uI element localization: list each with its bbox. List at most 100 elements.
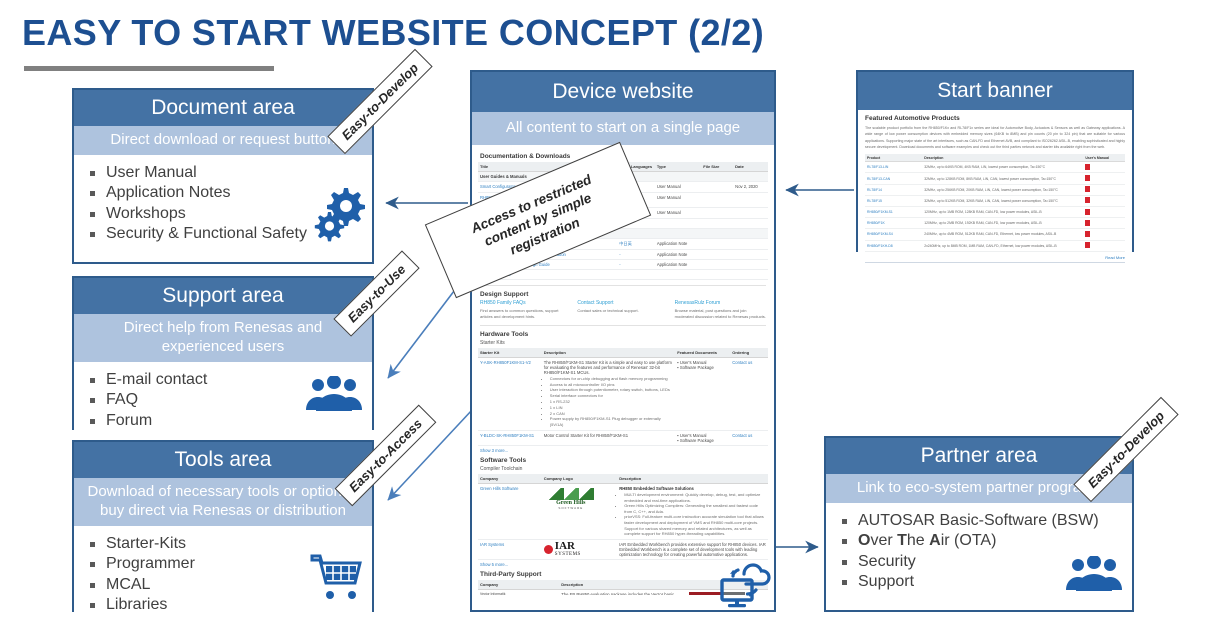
partner-area-card[interactable]: Partner area Link to eco-system partner … xyxy=(824,436,1134,612)
product-name[interactable]: RH850/F1KM-S4 xyxy=(865,228,923,241)
product-name[interactable]: RL78/F14 xyxy=(865,184,923,196)
starter-kit-description: The RH850/F1KM-S1 Starter Kit is a simpl… xyxy=(541,357,676,432)
starter-kit-name[interactable]: Y-BLDC-SK-RH850F1KM-S1 xyxy=(478,430,542,447)
doc-filesize xyxy=(701,192,734,208)
product-name[interactable]: RH850/F1KH-D8 xyxy=(865,240,923,252)
list-item: AUTOSAR Basic-Software (BSW) xyxy=(838,511,1122,531)
list-item: Over The Air (OTA) xyxy=(838,531,1122,551)
iar-systems-logo: IAR SYSTEMS xyxy=(543,540,615,557)
list-item: User Manual xyxy=(86,163,362,183)
iar-logo-cell: IAR SYSTEMS xyxy=(541,539,618,560)
table-row: RH850/F1K 120MHz, up to 2MB ROM, 192KB R… xyxy=(865,217,1125,230)
product-description: 32MHz, up to 128KB ROM, 8KB RAM, LIN, CA… xyxy=(922,172,1084,185)
partner-area-header: Partner area xyxy=(826,438,1132,475)
col-product: Product xyxy=(865,154,923,163)
gears-icon xyxy=(314,188,365,242)
divider xyxy=(480,284,766,286)
users-manual-cell[interactable] xyxy=(1083,240,1125,252)
users-manual-cell[interactable] xyxy=(1083,184,1125,196)
col-starter-kit: Starter Kit xyxy=(478,347,542,358)
product-description: 32MHz, up to 512KB ROM, 32KB RAM, LIN, C… xyxy=(922,195,1084,208)
cloud-monitor-sync-icon xyxy=(720,563,771,608)
table-more-row: ▸ Show 8 more... xyxy=(478,269,768,280)
col-description: Description xyxy=(617,474,768,485)
starter-kit-name[interactable]: Y-ASK-RH850F1KM-S1-V2 xyxy=(478,357,542,432)
hardware-tools-heading: Hardware Tools xyxy=(480,330,529,338)
product-name[interactable]: RL78/F15 xyxy=(865,195,923,208)
users-manual-cell[interactable] xyxy=(1083,195,1125,208)
table-row: Y-ASK-RH850F1KM-S1-V2 The RH850/F1KM-S1 … xyxy=(478,357,768,432)
list-item: Power supply by RH850/F1KM-S1 Plug debug… xyxy=(550,416,673,428)
pdf-icon[interactable] xyxy=(1085,219,1091,226)
hardware-tools-more-link[interactable]: Show 3 more... xyxy=(480,448,768,453)
ordering-link[interactable]: Contact us xyxy=(730,357,768,432)
divider xyxy=(480,324,766,326)
table-row: RH850/F1KH-D8 2x240MHz, up to 8MB ROM, 1… xyxy=(865,240,1125,252)
document-area-card[interactable]: Document area Direct download or request… xyxy=(72,88,374,264)
doc-filesize xyxy=(701,249,734,260)
tools-area-card[interactable]: Tools area Download of necessary tools o… xyxy=(72,440,374,622)
pdf-icon[interactable] xyxy=(1085,230,1091,237)
pdf-icon[interactable] xyxy=(1085,242,1091,249)
support-area-header: Support area xyxy=(74,278,372,315)
support-area-card[interactable]: Support area Direct help from Renesas an… xyxy=(72,276,374,438)
software-tools-table: Company Company Logo Description Green H… xyxy=(478,474,768,560)
design-support-link[interactable]: RH850 Family FAQs xyxy=(480,300,571,306)
featured-products-body: RL78/F13-LIN 32MHz, up to 64KB ROM, 4KB … xyxy=(865,161,1125,252)
design-support-link[interactable]: Contact Support xyxy=(577,300,668,306)
product-name[interactable]: RL78/F13-LIN xyxy=(865,161,923,174)
pdf-icon[interactable] xyxy=(1085,208,1091,215)
users-manual-cell[interactable] xyxy=(1083,172,1125,185)
doc-type: User Manual xyxy=(654,192,702,208)
green-hills-logo-cell: Green Hills SOFTWARE xyxy=(541,483,618,540)
gh-desc-title: RH850 Embedded Software Solutions xyxy=(619,486,694,492)
doc-type: Application Note xyxy=(654,238,702,250)
product-name[interactable]: RL78/F13-CAN xyxy=(865,172,923,185)
product-description: 32MHz, up to 64KB ROM, 4KB RAM, LIN, low… xyxy=(922,161,1084,174)
design-support-column: Contact Support Contact sales or technic… xyxy=(577,300,668,320)
start-banner-header: Start banner xyxy=(858,72,1132,111)
col-type: Type xyxy=(654,161,702,172)
green-hills-description: RH850 Embedded Software Solutions MULTI … xyxy=(617,483,768,540)
device-website-subheader: All content to start on a single page xyxy=(472,112,774,145)
hardware-tools-table: Starter Kit Description Featured Documen… xyxy=(478,347,768,447)
mountains-icon xyxy=(547,488,594,501)
company-iar-systems[interactable]: IAR Systems xyxy=(478,539,542,560)
product-name[interactable]: RH850/F1KM-S1 xyxy=(865,206,923,219)
pdf-icon[interactable] xyxy=(1085,197,1091,204)
doc-type: User Manual xyxy=(654,207,702,219)
col-company: Company xyxy=(478,579,560,590)
company-green-hills[interactable]: Green Hills Software xyxy=(478,483,542,540)
start-banner-card[interactable]: Start banner Featured Automotive Product… xyxy=(856,70,1134,268)
pdf-icon[interactable] xyxy=(1085,186,1091,193)
design-support-link[interactable]: RenesasRulz Forum xyxy=(675,300,766,306)
doc-date: Nov 2, 2020 xyxy=(733,181,768,193)
users-manual-cell[interactable] xyxy=(1083,161,1125,174)
doc-filesize xyxy=(701,207,734,219)
doc-date xyxy=(733,192,768,208)
pdf-icon[interactable] xyxy=(1085,163,1091,170)
product-name[interactable]: RH850/F1K xyxy=(865,217,923,230)
ordering-link[interactable]: Contact us xyxy=(730,430,768,447)
users-manual-cell[interactable] xyxy=(1083,228,1125,241)
doc-filesize xyxy=(701,259,734,270)
iar-tagline: SYSTEMS xyxy=(554,551,581,557)
featured-document-link[interactable]: ▪ Software Package xyxy=(677,365,728,370)
users-manual-cell[interactable] xyxy=(1083,217,1125,230)
users-manual-cell[interactable] xyxy=(1083,206,1125,219)
iar-dot-icon xyxy=(543,544,553,554)
featured-document-link[interactable]: ▪ Software Package xyxy=(677,438,728,443)
list-item: Green Hills Optimizing Compilers: Genera… xyxy=(624,503,766,514)
company-vector[interactable]: Vector Informatik xyxy=(480,592,557,595)
people-group-icon xyxy=(306,376,362,411)
read-more-link[interactable]: Read More xyxy=(865,252,1125,260)
list-item: MULTI development environment: Quickly d… xyxy=(624,492,766,503)
col-description: Description xyxy=(922,154,1084,163)
design-support-heading: Design Support xyxy=(480,290,529,298)
pdf-icon[interactable] xyxy=(1085,175,1091,182)
green-hills-tagline: SOFTWARE xyxy=(558,506,584,511)
vector-description: The EB RH850 evaluation package includes… xyxy=(559,589,687,595)
tools-area-subheader: Download of necessary tools or option to… xyxy=(74,478,372,526)
shopping-cart-icon xyxy=(310,554,362,599)
show-more-link[interactable]: ▸ Show 8 more... xyxy=(478,269,768,280)
